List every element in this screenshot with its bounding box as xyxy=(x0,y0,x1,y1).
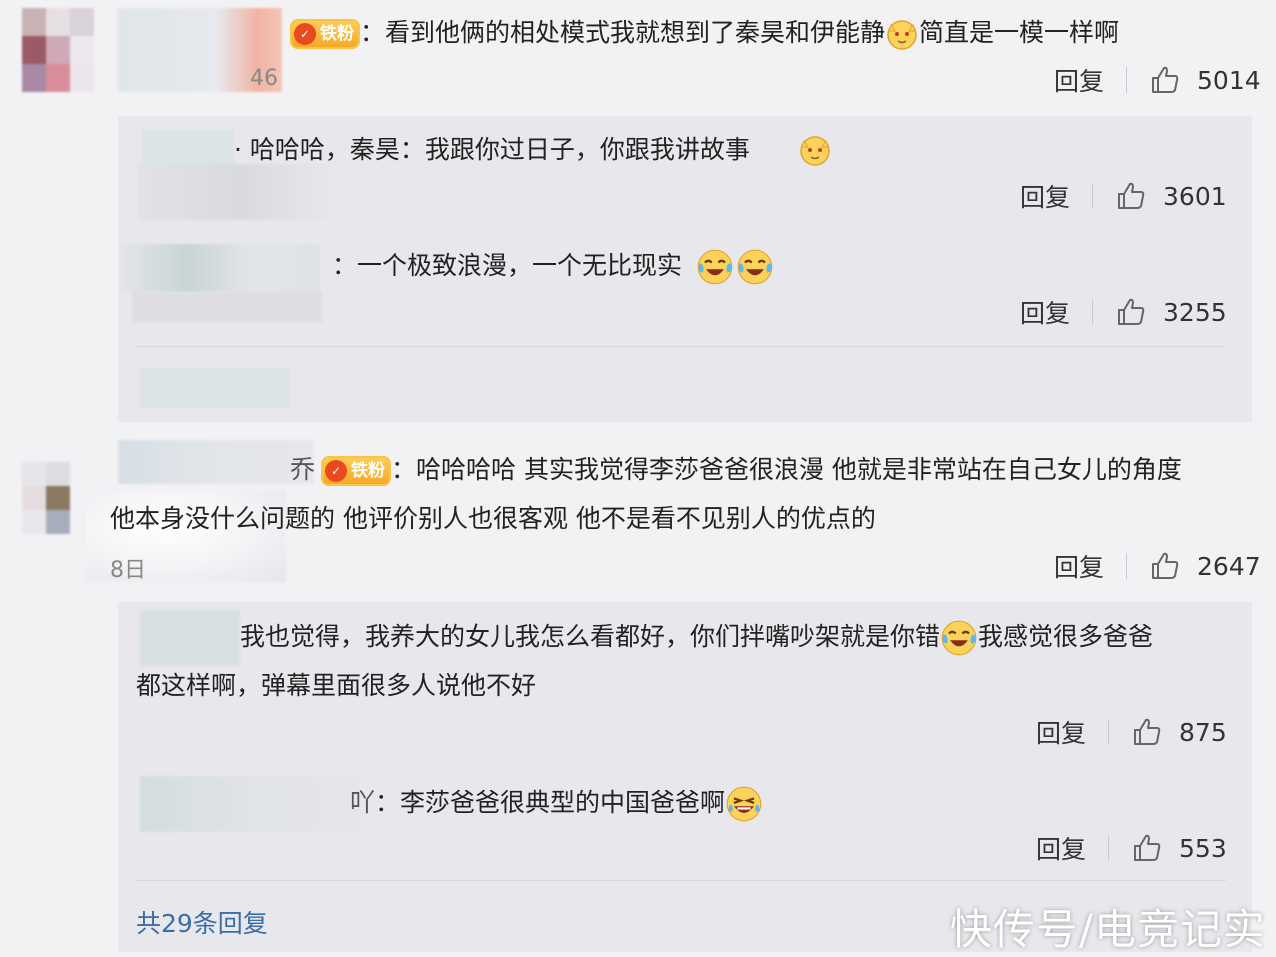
reply-panel: · 哈哈哈，秦昊：我跟你过日子，你跟我讲故事 回复 3601 ：一个极致浪漫，一… xyxy=(118,116,1252,422)
like-button[interactable]: 875 xyxy=(1131,716,1227,748)
crying-laughing-emoji-icon xyxy=(737,249,773,285)
like-count: 3255 xyxy=(1163,297,1227,327)
divider xyxy=(1108,719,1110,745)
like-count: 3601 xyxy=(1163,181,1227,211)
medal-icon: ✓ xyxy=(325,460,348,482)
reply-button[interactable]: 回复 xyxy=(1020,178,1070,214)
reply-2-actions: 回复 3255 xyxy=(1020,292,1227,332)
comment-2-date: 8日 xyxy=(110,558,146,583)
reply-3-actions: 回复 875 xyxy=(1036,712,1227,752)
avatar[interactable] xyxy=(22,8,94,92)
like-button[interactable]: 3601 xyxy=(1115,180,1227,212)
comment-2-actions: 回复 2647 xyxy=(1054,546,1261,586)
reply-divider xyxy=(136,346,1226,347)
thumbs-up-icon xyxy=(1134,834,1161,861)
reply-3-text-line2: 都这样啊，弹幕里面很多人说他不好 xyxy=(136,671,537,700)
username-tail[interactable]: 乔 xyxy=(290,455,315,484)
fan-badge: ✓ 铁粉 xyxy=(290,19,360,49)
divider xyxy=(1108,835,1110,861)
laughing-tears-emoji-icon xyxy=(726,786,762,822)
comment-1-body: ✓ 铁粉 ：看到他俩的相处模式我就想到了秦昊和伊能静 简直是一模一样啊 xyxy=(290,16,1119,51)
like-count: 553 xyxy=(1179,833,1227,863)
medal-icon: ✓ xyxy=(294,23,316,45)
like-button[interactable]: 3255 xyxy=(1115,296,1227,328)
reply-button[interactable]: 回复 xyxy=(1054,548,1104,584)
thumbs-up-icon xyxy=(1118,298,1145,325)
like-count: 2647 xyxy=(1197,551,1261,581)
reply-divider xyxy=(136,880,1226,881)
comment-1-text: ：看到他俩的相处模式我就想到了秦昊和伊能静 xyxy=(360,18,886,47)
comment-1-actions: 回复 5014 xyxy=(1054,60,1261,100)
divider xyxy=(1126,67,1128,93)
comment-1-date: 46 xyxy=(250,66,278,91)
thumbs-up-icon xyxy=(1134,718,1161,745)
reply-4-text: 吖：李莎爸爸很典型的中国爸爸啊 xyxy=(350,785,763,823)
thumbs-up-icon xyxy=(1152,552,1179,579)
reply-button[interactable]: 回复 xyxy=(1020,294,1070,330)
divider xyxy=(1092,183,1094,209)
reply-button[interactable]: 回复 xyxy=(1054,62,1104,98)
view-all-replies-link[interactable]: 共29条回复 xyxy=(136,904,268,940)
like-count: 5014 xyxy=(1197,65,1261,95)
comment-2-header: 乔 ✓ 铁粉 ：哈哈哈哈 其实我觉得李莎爸爸很浪漫 他就是非常站在自己女儿的角度 xyxy=(290,453,1182,487)
reply-4-actions: 回复 553 xyxy=(1036,828,1227,868)
reply-avatar-obscured[interactable] xyxy=(140,610,240,666)
reply-1-text: · 哈哈哈，秦昊：我跟你过日子，你跟我讲故事 xyxy=(234,135,750,164)
divider xyxy=(1092,299,1094,325)
reply-button[interactable]: 回复 xyxy=(1036,830,1086,866)
reply-name-obscured xyxy=(132,292,322,322)
reply-2-text: ：一个极致浪漫，一个无比现实 xyxy=(332,251,683,280)
like-count: 875 xyxy=(1179,717,1227,747)
divider xyxy=(1126,553,1128,579)
comment-1-text-tail: 简直是一模一样啊 xyxy=(919,18,1120,47)
avatar[interactable] xyxy=(22,462,70,534)
crying-laughing-emoji-icon xyxy=(941,620,977,656)
like-button[interactable]: 2647 xyxy=(1149,550,1261,582)
reply-name-obscured xyxy=(138,164,338,220)
reply-avatar-obscured[interactable] xyxy=(120,244,320,292)
comment-2-text-line2: 他本身没什么问题的 他评价别人也很客观 他不是看不见别人的优点的 xyxy=(110,504,876,533)
username-obscured[interactable] xyxy=(118,440,314,484)
like-button[interactable]: 5014 xyxy=(1149,64,1261,96)
reply-3-text-line1: 我也觉得，我养大的女儿我怎么看都好，你们拌嘴吵架就是你错 我感觉很多爸爸 xyxy=(240,619,1153,657)
crying-laughing-emoji-icon xyxy=(697,249,733,285)
thumbs-up-icon xyxy=(1152,66,1179,93)
watermark: 快传号/电竞记实 xyxy=(949,905,1266,954)
cat-face-emoji-icon xyxy=(800,136,830,166)
reply-avatar-obscured[interactable] xyxy=(140,776,360,832)
like-button[interactable]: 553 xyxy=(1131,832,1227,864)
reply-button[interactable]: 回复 xyxy=(1036,714,1086,750)
cat-face-emoji-icon xyxy=(887,20,917,50)
thumbs-up-icon xyxy=(1118,182,1145,209)
reply-avatar-obscured[interactable] xyxy=(140,368,290,408)
reply-1-actions: 回复 3601 xyxy=(1020,176,1227,216)
fan-badge: ✓ 铁粉 xyxy=(321,456,392,486)
comment-2-text-line1: ：哈哈哈哈 其实我觉得李莎爸爸很浪漫 他就是非常站在自己女儿的角度 xyxy=(391,455,1182,484)
